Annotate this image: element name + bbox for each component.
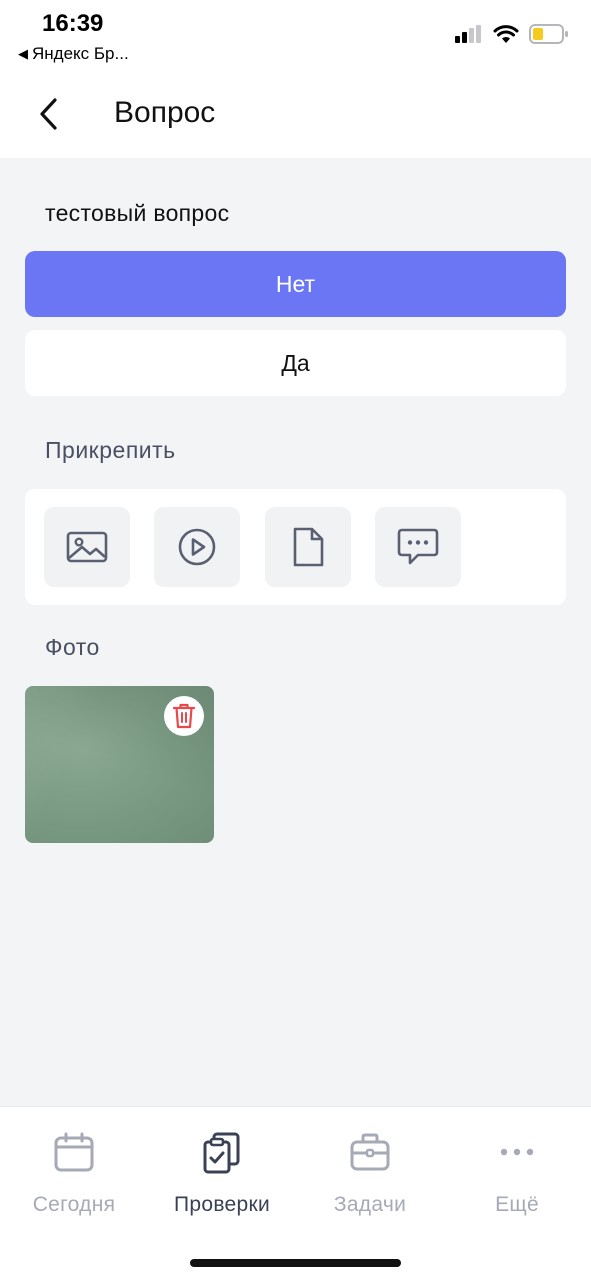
tab-label: Сегодня xyxy=(32,1193,116,1216)
trash-icon xyxy=(172,703,196,729)
video-icon xyxy=(178,528,216,566)
attach-file-button[interactable] xyxy=(265,507,351,587)
tab-more[interactable]: Ещё xyxy=(443,1127,591,1227)
status-bar: 16:39 ◀ Яндекс Бр... xyxy=(0,0,591,76)
tab-today[interactable]: Сегодня xyxy=(0,1127,148,1227)
home-indicator xyxy=(190,1259,401,1267)
image-icon xyxy=(66,531,108,563)
cellular-signal-icon xyxy=(455,25,481,43)
delete-photo-button[interactable] xyxy=(164,696,204,736)
tab-checks[interactable]: Проверки xyxy=(148,1127,296,1227)
attach-video-button[interactable] xyxy=(154,507,240,587)
attach-section-label: Прикрепить xyxy=(45,437,176,463)
back-arrow-icon: ◀ xyxy=(18,46,28,61)
attach-card xyxy=(25,489,566,605)
status-time: 16:39 xyxy=(42,10,104,37)
answer-option-no[interactable]: Нет xyxy=(25,251,566,317)
briefcase-icon xyxy=(350,1133,390,1171)
battery-icon xyxy=(529,24,568,44)
tab-tasks[interactable]: Задачи xyxy=(296,1127,444,1227)
tab-label: Проверки xyxy=(173,1193,271,1216)
status-back-label: Яндекс Бр... xyxy=(32,44,129,63)
attach-comment-button[interactable] xyxy=(375,507,461,587)
status-indicators xyxy=(455,24,569,44)
tab-label: Ещё xyxy=(495,1193,539,1216)
question-text: тестовый вопрос xyxy=(45,200,230,226)
clipboard-check-icon xyxy=(203,1132,240,1174)
page-title: Вопрос xyxy=(114,96,216,129)
wifi-icon xyxy=(493,25,519,43)
attach-image-button[interactable] xyxy=(44,507,130,587)
comment-icon xyxy=(397,528,439,565)
status-back-link[interactable]: ◀ Яндекс Бр... xyxy=(18,44,129,64)
back-button[interactable] xyxy=(28,94,68,134)
answer-option-yes[interactable]: Да xyxy=(25,330,566,396)
answer-option-label: Нет xyxy=(275,270,316,297)
calendar-icon xyxy=(54,1132,94,1172)
chevron-left-icon xyxy=(40,98,57,130)
photos-section-label: Фото xyxy=(45,634,100,660)
header: Вопрос xyxy=(0,76,591,158)
photo-thumbnail[interactable] xyxy=(25,686,214,843)
more-icon xyxy=(500,1148,534,1156)
file-icon xyxy=(293,527,324,567)
answer-option-label: Да xyxy=(281,349,310,376)
tab-label: Задачи xyxy=(333,1193,407,1216)
tab-bar: Сегодня Проверки Задачи Ещё xyxy=(0,1106,591,1280)
